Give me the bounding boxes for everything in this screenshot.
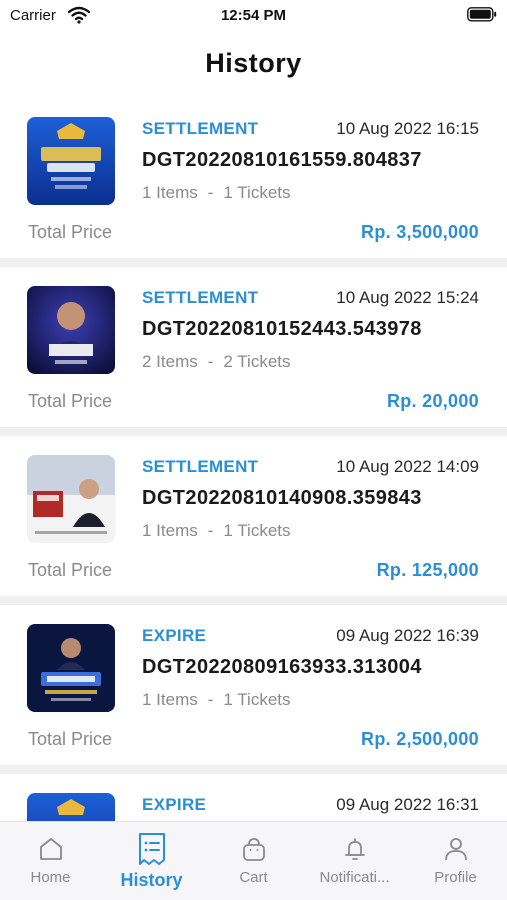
items-count: 1 Items xyxy=(142,521,198,540)
counts-separator: - xyxy=(207,352,214,371)
order-card[interactable]: SETTLEMENT 10 Aug 2022 15:24 DGT20220810… xyxy=(0,267,507,427)
order-status: SETTLEMENT xyxy=(142,119,259,138)
battery-icon xyxy=(467,7,497,27)
tab-home[interactable]: Home xyxy=(0,822,101,900)
counts-separator: - xyxy=(207,690,214,709)
tab-history[interactable]: History xyxy=(101,822,202,900)
order-date: 10 Aug 2022 15:24 xyxy=(336,288,479,307)
order-status: EXPIRE xyxy=(142,626,207,645)
tab-cart[interactable]: Cart xyxy=(203,822,304,900)
total-price-value: Rp. 20,000 xyxy=(386,391,479,411)
order-counts: 1 Items -1 Tickets xyxy=(142,521,291,541)
tickets-count: 1 Tickets xyxy=(223,183,291,202)
order-counts: 1 Items -1 Tickets xyxy=(142,690,291,710)
order-id: DGT20220809163933.313004 xyxy=(142,656,422,678)
order-date: 10 Aug 2022 14:09 xyxy=(336,457,479,476)
items-count: 1 Items xyxy=(142,183,198,202)
tab-notifications[interactable]: Notificati... xyxy=(304,822,405,900)
tab-label: Profile xyxy=(434,869,477,886)
tab-label: Home xyxy=(30,869,71,886)
order-counts: 1 Items -1 Tickets xyxy=(142,183,291,203)
counts-separator: - xyxy=(207,183,214,202)
bag-icon xyxy=(241,836,267,867)
order-id: DGT20220810161559.804837 xyxy=(142,149,422,171)
total-price-value: Rp. 3,500,000 xyxy=(361,222,479,242)
tickets-count: 1 Tickets xyxy=(223,690,291,709)
order-id: DGT20220810140908.359843 xyxy=(142,487,422,509)
total-price-label: Total Price xyxy=(28,560,113,580)
items-count: 1 Items xyxy=(142,690,198,709)
items-count: 2 Items xyxy=(142,352,198,371)
total-price-value: Rp. 125,000 xyxy=(376,560,479,580)
total-price-value: Rp. 2,500,000 xyxy=(361,729,479,749)
bell-icon xyxy=(342,836,368,867)
order-card[interactable]: EXPIRE 09 Aug 2022 16:39 DGT202208091639… xyxy=(0,605,507,765)
order-history-list[interactable]: SETTLEMENT 10 Aug 2022 16:15 DGT20220810… xyxy=(0,98,507,821)
status-bar: Carrier 12:54 PM xyxy=(0,0,507,32)
order-card[interactable]: SETTLEMENT 10 Aug 2022 16:15 DGT20220810… xyxy=(0,98,507,258)
total-price-label: Total Price xyxy=(28,729,113,749)
page-title: History xyxy=(205,48,302,78)
order-date: 09 Aug 2022 16:31 xyxy=(336,795,479,814)
tab-label: Cart xyxy=(239,869,268,886)
total-price-label: Total Price xyxy=(28,391,113,411)
total-price-label: Total Price xyxy=(28,222,113,242)
event-poster-image xyxy=(27,624,115,712)
receipt-icon xyxy=(136,832,168,871)
clock: 12:54 PM xyxy=(220,7,287,24)
tab-label: Notificati... xyxy=(319,869,390,886)
order-status: EXPIRE xyxy=(142,795,207,814)
tickets-count: 1 Tickets xyxy=(223,521,291,540)
tab-label: History xyxy=(120,870,183,890)
order-date: 09 Aug 2022 16:39 xyxy=(336,626,479,645)
event-poster-image xyxy=(27,793,115,821)
order-id: DGT20220810152443.543978 xyxy=(142,318,422,340)
event-poster-image xyxy=(27,455,115,543)
order-status: SETTLEMENT xyxy=(142,457,259,476)
event-poster-image xyxy=(27,286,115,374)
home-icon xyxy=(38,836,64,867)
order-card[interactable]: SETTLEMENT 10 Aug 2022 14:09 DGT20220810… xyxy=(0,436,507,596)
event-poster-image xyxy=(27,117,115,205)
order-date: 10 Aug 2022 16:15 xyxy=(336,119,479,138)
order-counts: 2 Items -2 Tickets xyxy=(142,352,291,372)
tickets-count: 2 Tickets xyxy=(223,352,291,371)
counts-separator: - xyxy=(207,521,214,540)
tab-bar: Home History Cart Notificati... Profile xyxy=(0,821,507,900)
order-card[interactable]: EXPIRE 09 Aug 2022 16:31 xyxy=(0,774,507,821)
tab-profile[interactable]: Profile xyxy=(405,822,506,900)
person-icon xyxy=(443,836,469,867)
order-status: SETTLEMENT xyxy=(142,288,259,307)
